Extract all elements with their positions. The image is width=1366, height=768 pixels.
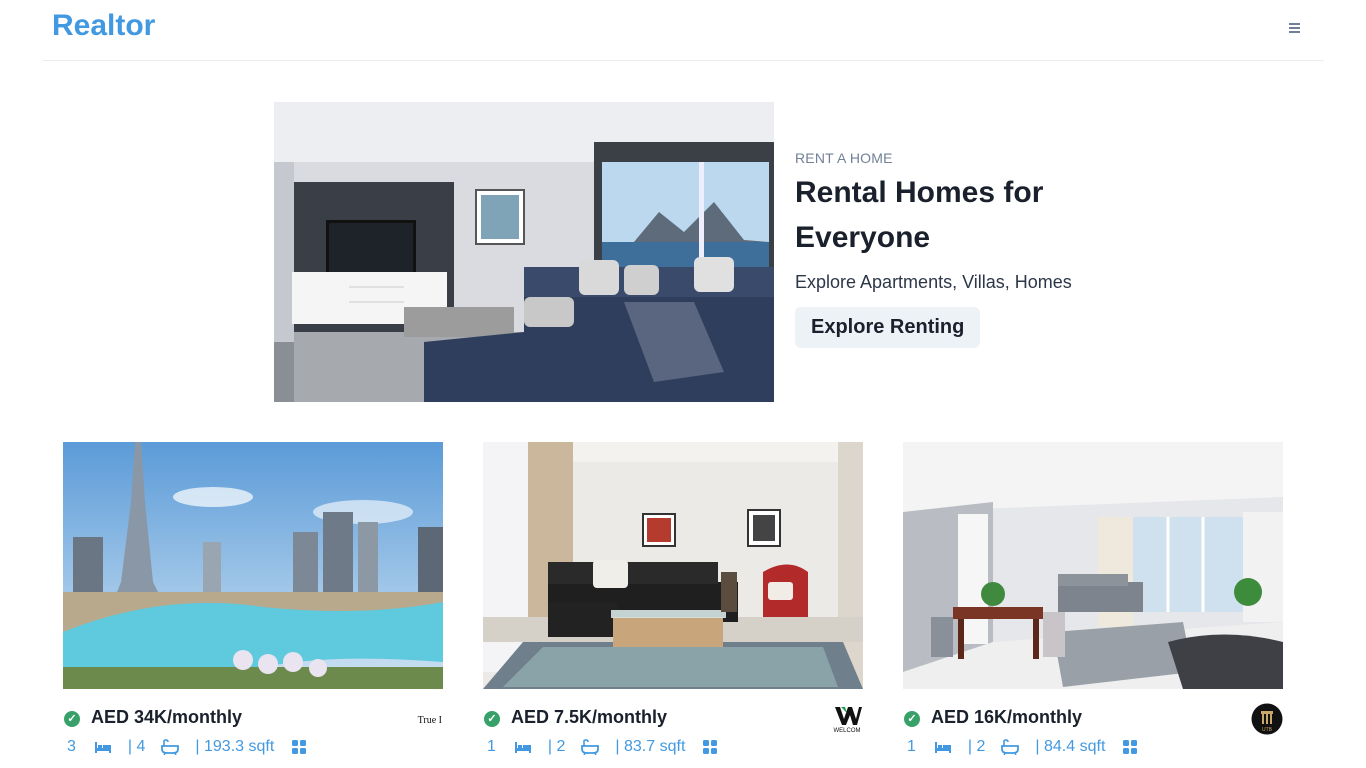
listing-stats: 1 | 2 | 84.4 sqft: [903, 735, 1283, 759]
hero-image: [274, 102, 774, 402]
hero-title: Rental Homes for Everyone: [795, 170, 1115, 260]
listing-card[interactable]: ✓ AED 34K/monthly True I 3 | 4 | 193.3 s…: [63, 442, 443, 759]
verified-check-icon: ✓: [64, 711, 80, 727]
rooms-count: 1: [487, 738, 496, 755]
area-size: | 84.4 sqft: [1035, 738, 1106, 755]
agency-logo[interactable]: True I: [411, 703, 443, 735]
price-row: ✓ AED 7.5K/monthly WELCOM: [483, 703, 863, 735]
agency-logo-text: WELCOM: [834, 728, 861, 734]
agency-logo[interactable]: UTB: [1251, 703, 1283, 735]
grid-icon: [1123, 740, 1138, 754]
listing-card[interactable]: ✓ AED 16K/monthly UTB 1 | 2 | 84.4 sqft: [903, 442, 1283, 759]
listing-image[interactable]: [903, 442, 1283, 689]
baths-count: | 2: [967, 738, 986, 755]
bed-icon: [514, 742, 531, 753]
bathtub-icon: [581, 739, 600, 755]
listing-price: AED 7.5K/monthly: [511, 707, 668, 727]
hero-title-line2: Everyone: [795, 221, 931, 254]
hero-eyebrow: RENT A HOME: [795, 150, 893, 166]
baths-count: | 2: [547, 738, 566, 755]
listing-stats: 1 | 2 | 83.7 sqft: [483, 735, 863, 759]
area-size: | 193.3 sqft: [195, 738, 275, 755]
listing-price: AED 34K/monthly: [91, 707, 243, 727]
agency-logo[interactable]: WELCOM: [831, 703, 863, 735]
brand-logo[interactable]: Realtor: [52, 9, 155, 43]
grid-icon: [703, 740, 718, 754]
bed-icon: [934, 742, 951, 753]
baths-count: | 4: [127, 738, 146, 755]
bathtub-icon: [1001, 739, 1020, 755]
rooms-count: 3: [67, 738, 76, 755]
grid-icon: [292, 740, 307, 754]
bathtub-icon: [161, 739, 180, 755]
listing-image[interactable]: [483, 442, 863, 689]
explore-renting-button[interactable]: Explore Renting: [795, 307, 981, 348]
price-row: ✓ AED 34K/monthly True I: [63, 703, 443, 735]
area-size: | 83.7 sqft: [615, 738, 686, 755]
listing-card[interactable]: ✓ AED 7.5K/monthly WELCOM 1 | 2 | 83.7 s…: [483, 442, 863, 759]
listing-stats: 3 | 4 | 193.3 sqft: [63, 735, 443, 759]
rooms-count: 1: [907, 738, 916, 755]
hero-subtitle: Explore Apartments, Villas, Homes: [795, 272, 1072, 292]
verified-check-icon: ✓: [904, 711, 920, 727]
listing-price: AED 16K/monthly: [931, 707, 1083, 727]
hero-text-block: RENT A HOME Rental Homes for Everyone Ex…: [795, 150, 1115, 348]
agency-logo-text: True I: [418, 715, 442, 726]
price-row: ✓ AED 16K/monthly UTB: [903, 703, 1283, 735]
agency-logo-text: UTB: [1262, 727, 1273, 733]
navbar: Realtor: [43, 0, 1324, 61]
bed-icon: [94, 742, 111, 753]
listing-image[interactable]: [63, 442, 443, 689]
hero-title-line1: Rental Homes for: [795, 176, 1044, 209]
verified-check-icon: ✓: [484, 711, 500, 727]
hamburger-menu-icon[interactable]: [1284, 18, 1304, 38]
